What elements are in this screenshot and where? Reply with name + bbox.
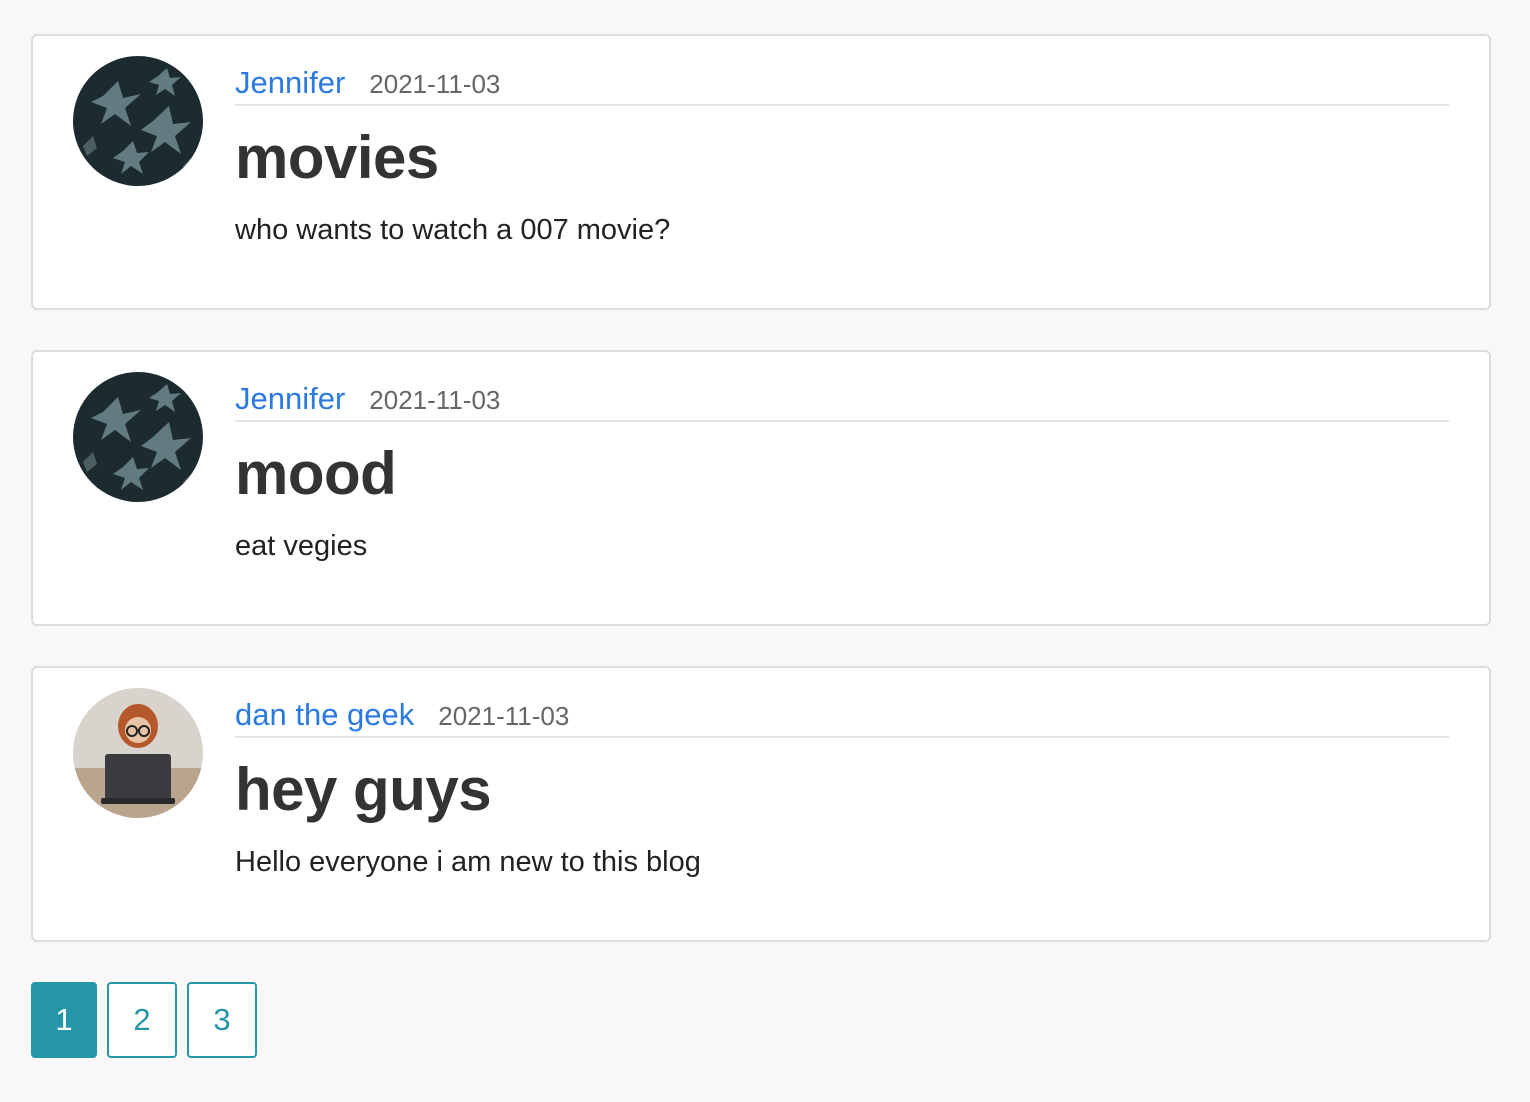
page-button-3[interactable]: 3 (187, 982, 257, 1058)
pagination: 1 2 3 (31, 982, 267, 1058)
post-meta: Jennifer 2021-11-03 (235, 372, 1449, 422)
author-avatar[interactable] (73, 688, 203, 818)
leaves-avatar-icon (73, 372, 203, 502)
post-content: who wants to watch a 007 movie? (235, 214, 671, 246)
author-link[interactable]: dan the geek (235, 699, 414, 730)
post-body: Jennifer 2021-11-03 movies who wants to … (235, 56, 1449, 248)
post-card: Jennifer 2021-11-03 movies who wants to … (31, 34, 1491, 310)
post-meta: Jennifer 2021-11-03 (235, 56, 1449, 106)
post-date: 2021-11-03 (438, 701, 570, 731)
post-card: Jennifer 2021-11-03 mood eat vegies (31, 350, 1491, 626)
post-title: mood (235, 440, 397, 507)
leaves-avatar-icon (73, 56, 203, 186)
post-date: 2021-11-03 (369, 385, 501, 415)
post-card: dan the geek 2021-11-03 hey guys Hello e… (31, 666, 1491, 942)
post-content: eat vegies (235, 530, 368, 562)
post-date: 2021-11-03 (369, 69, 501, 99)
author-link[interactable]: Jennifer (235, 67, 345, 98)
post-body: Jennifer 2021-11-03 mood eat vegies (235, 372, 1449, 564)
author-link[interactable]: Jennifer (235, 383, 345, 414)
person-laptop-avatar-icon (73, 688, 203, 818)
post-title: movies (235, 124, 439, 191)
page-button-2[interactable]: 2 (107, 982, 177, 1058)
post-feed: Jennifer 2021-11-03 movies who wants to … (31, 34, 1491, 982)
page-button-1[interactable]: 1 (31, 982, 97, 1058)
post-content: Hello everyone i am new to this blog (235, 846, 701, 878)
author-avatar[interactable] (73, 372, 203, 502)
author-avatar[interactable] (73, 56, 203, 186)
post-title: hey guys (235, 756, 492, 823)
post-meta: dan the geek 2021-11-03 (235, 688, 1449, 738)
post-body: dan the geek 2021-11-03 hey guys Hello e… (235, 688, 1449, 880)
